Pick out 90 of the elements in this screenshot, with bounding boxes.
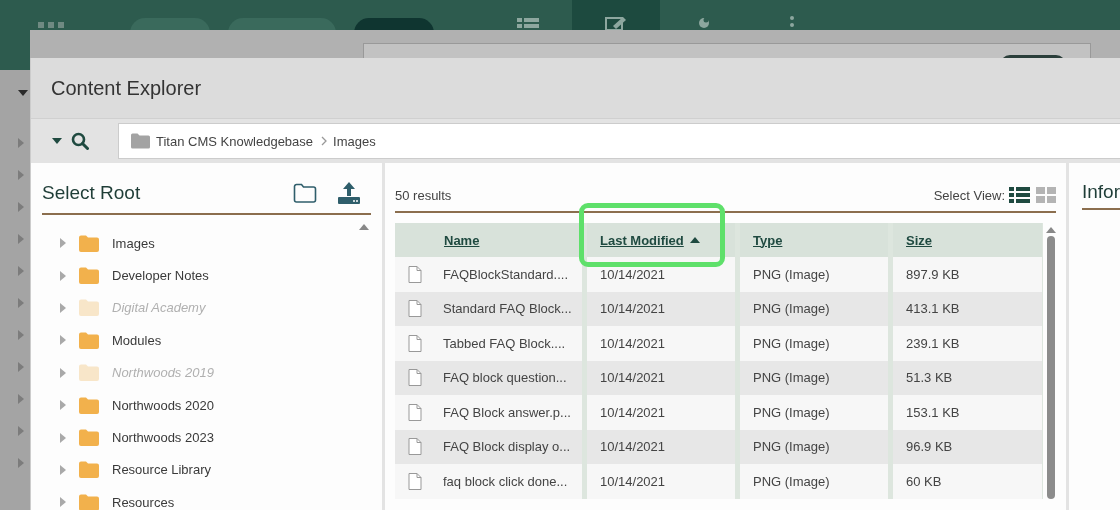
expand-arrow-icon[interactable] bbox=[18, 298, 24, 308]
list-view-icon[interactable] bbox=[1009, 187, 1030, 203]
grid-view-icon[interactable] bbox=[1036, 187, 1056, 203]
table-cell: Tabbed FAQ Block.... bbox=[443, 335, 566, 351]
table-cell: PNG (Image) bbox=[753, 439, 830, 455]
folder-icon[interactable] bbox=[293, 183, 317, 203]
table-cell: 10/14/2021 bbox=[600, 266, 666, 282]
expand-arrow-icon[interactable] bbox=[18, 426, 24, 436]
tree-item[interactable]: Resource Library bbox=[112, 462, 211, 478]
table-cell: 10/14/2021 bbox=[600, 404, 666, 420]
tree-item[interactable]: Northwoods 2023 bbox=[112, 430, 214, 446]
table-cell: 10/14/2021 bbox=[600, 335, 666, 351]
breadcrumb-link[interactable]: Images bbox=[333, 133, 378, 149]
file-icon bbox=[408, 265, 422, 283]
expand-arrow-icon[interactable] bbox=[18, 394, 24, 404]
table-cell: PNG (Image) bbox=[753, 266, 830, 282]
table-cell: 10/14/2021 bbox=[600, 370, 666, 386]
table-cell: 153.1 KB bbox=[906, 404, 960, 420]
breadcrumb-link[interactable]: Titan CMS Knowledgebase bbox=[156, 133, 316, 149]
file-icon bbox=[408, 403, 422, 421]
expand-arrow-icon[interactable] bbox=[18, 202, 24, 212]
upload-icon[interactable] bbox=[337, 181, 361, 205]
tree-item[interactable]: Resources bbox=[112, 494, 175, 510]
table-cell: FAQBlockStandard.... bbox=[443, 266, 568, 282]
table-cell: 413.1 KB bbox=[906, 301, 960, 317]
expand-arrow-icon[interactable] bbox=[18, 170, 24, 180]
expand-arrow-icon[interactable] bbox=[60, 270, 66, 281]
expand-arrow-icon[interactable] bbox=[18, 330, 24, 340]
table-cell: FAQ Block display o... bbox=[443, 439, 571, 455]
expand-arrow-icon[interactable] bbox=[60, 238, 66, 249]
column-header[interactable]: Type bbox=[740, 223, 888, 257]
column-header[interactable]: Size bbox=[893, 223, 1042, 257]
file-icon bbox=[408, 438, 422, 456]
table-cell: FAQ Block answer.p... bbox=[443, 404, 571, 420]
folder-icon bbox=[131, 133, 150, 149]
panel-title: Select Root bbox=[42, 182, 142, 204]
table-cell: PNG (Image) bbox=[753, 473, 830, 489]
list-icon bbox=[517, 16, 539, 30]
expand-arrow-icon[interactable] bbox=[60, 497, 66, 508]
table-cell: 51.3 KB bbox=[906, 370, 953, 386]
tree-item[interactable]: Developer Notes bbox=[112, 268, 209, 284]
file-icon bbox=[408, 300, 422, 318]
expand-arrow-icon[interactable] bbox=[60, 302, 66, 313]
panel-title: Infor bbox=[1082, 181, 1120, 210]
tree-item[interactable]: Modules bbox=[112, 332, 162, 348]
expand-arrow-icon[interactable] bbox=[60, 335, 66, 346]
edit-icon bbox=[605, 16, 627, 30]
column-header[interactable]: Name bbox=[395, 223, 582, 257]
view-label: Select View: bbox=[933, 187, 1005, 203]
expand-arrow-icon[interactable] bbox=[60, 400, 66, 411]
file-icon bbox=[408, 369, 422, 387]
table-cell: 10/14/2021 bbox=[600, 301, 666, 317]
caret-icon[interactable] bbox=[18, 90, 28, 96]
expand-arrow-icon[interactable] bbox=[60, 464, 66, 475]
table-cell: PNG (Image) bbox=[753, 301, 830, 317]
breadcrumb-field[interactable]: Titan CMS Knowledgebase Images bbox=[118, 123, 1120, 159]
expand-arrow-icon[interactable] bbox=[60, 367, 66, 378]
scroll-up-icon[interactable] bbox=[359, 224, 369, 230]
file-icon bbox=[408, 334, 422, 352]
table-cell: Standard FAQ Block... bbox=[443, 301, 572, 317]
table-cell: 239.1 KB bbox=[906, 335, 960, 351]
table-cell: PNG (Image) bbox=[753, 404, 830, 420]
tree-item[interactable]: Northwoods 2020 bbox=[112, 397, 214, 413]
file-icon bbox=[408, 472, 422, 490]
scroll-up-icon[interactable] bbox=[1046, 227, 1056, 233]
chevron-icon bbox=[321, 136, 328, 146]
table-cell: 96.9 KB bbox=[906, 439, 953, 455]
table-cell: 10/14/2021 bbox=[600, 439, 666, 455]
table-cell: FAQ block question... bbox=[443, 370, 567, 386]
table-cell: 60 KB bbox=[906, 473, 942, 489]
more-icon bbox=[790, 16, 794, 27]
dialog-title: Content Explorer bbox=[51, 76, 202, 100]
caret-icon[interactable] bbox=[52, 138, 62, 144]
sort-ascending-icon[interactable] bbox=[689, 237, 700, 243]
expand-arrow-icon[interactable] bbox=[18, 458, 24, 468]
expand-arrow-icon[interactable] bbox=[18, 234, 24, 244]
expand-arrow-icon[interactable] bbox=[18, 138, 24, 148]
search-icon[interactable] bbox=[71, 132, 89, 150]
table-cell: faq block click done... bbox=[443, 473, 568, 489]
result-count: 50 results bbox=[395, 187, 453, 203]
expand-arrow-icon[interactable] bbox=[18, 266, 24, 276]
table-cell: PNG (Image) bbox=[753, 335, 830, 351]
tree-item[interactable]: Images bbox=[112, 235, 155, 251]
table-cell: 10/14/2021 bbox=[600, 473, 666, 489]
app-grid-icon[interactable] bbox=[38, 20, 64, 30]
table-cell: 897.9 KB bbox=[906, 266, 960, 282]
column-header[interactable]: Last Modified bbox=[587, 223, 735, 257]
expand-arrow-icon[interactable] bbox=[18, 362, 24, 372]
table-cell: PNG (Image) bbox=[753, 370, 830, 386]
expand-arrow-icon[interactable] bbox=[60, 432, 66, 443]
